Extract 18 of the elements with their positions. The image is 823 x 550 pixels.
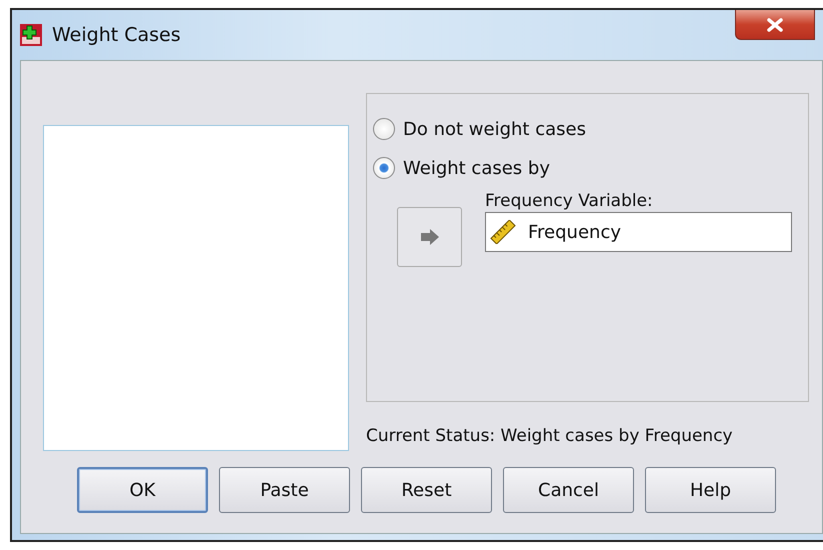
window-title: Weight Cases	[52, 24, 181, 46]
close-icon	[766, 18, 784, 32]
frequency-variable-field[interactable]: Frequency	[485, 212, 792, 252]
move-button[interactable]	[397, 207, 462, 267]
field-label: Frequency Variable:	[485, 191, 654, 211]
dialog-button[interactable]: Cancel	[503, 467, 634, 513]
radio-button[interactable]	[373, 157, 395, 179]
dialog-button[interactable]: Reset	[361, 467, 492, 513]
app-icon	[20, 24, 42, 46]
radio-button[interactable]	[373, 118, 395, 140]
close-button[interactable]	[735, 10, 815, 40]
status-text: Current Status: Weight cases by Frequency	[366, 426, 734, 446]
dialog-button[interactable]: Help	[645, 467, 776, 513]
dialog-button[interactable]: OK	[77, 467, 208, 513]
radio-label[interactable]: Do not weight cases	[403, 118, 586, 140]
radio-label[interactable]: Weight cases by	[403, 158, 550, 178]
arrow-icon	[420, 229, 440, 245]
dialog-button[interactable]: Paste	[219, 467, 350, 513]
